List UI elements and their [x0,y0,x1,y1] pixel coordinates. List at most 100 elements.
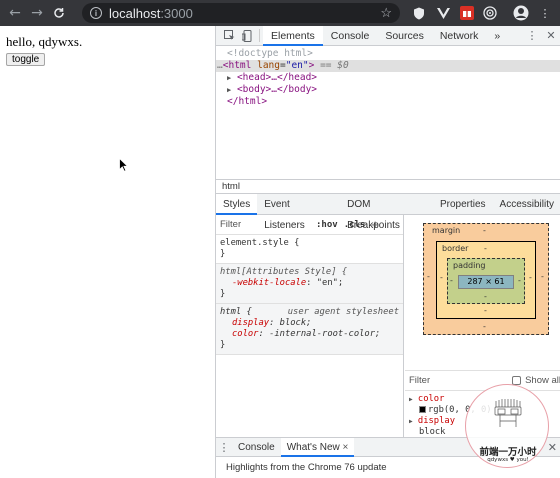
bookmark-star-icon[interactable]: ☆ [380,5,392,21]
subtab-event-listeners[interactable]: Event Listeners [257,194,340,231]
webkit-locale-value: : "en"; [306,278,344,288]
profile-avatar-icon[interactable] [513,5,529,21]
toggle-button[interactable]: toggle [6,53,46,66]
forward-arrow-icon[interactable]: → [26,0,48,26]
margin-right-value: - [541,272,544,281]
vue-extension-icon[interactable] [435,5,451,21]
element-style-selector: element.style { [220,238,300,248]
color-swatch[interactable] [419,406,426,413]
drawer-tab-console[interactable]: Console [232,438,281,457]
gift-extension-icon[interactable] [459,5,475,21]
webkit-locale-prop: -webkit-locale [232,278,307,288]
greeting-text: hello, qdywxs. [6,34,83,49]
mouse-cursor-icon [119,158,128,172]
padding-left-value: - [450,276,453,285]
back-arrow-icon[interactable]: ← [4,0,26,26]
toolbar-divider [259,29,260,42]
element-style-rule[interactable]: element.style { } [216,235,403,264]
watermark-title: 前端一万小时 [479,447,537,458]
more-tabs-button[interactable]: » [486,26,508,46]
elements-subtabs: Styles Event Listeners DOM Breakpoints P… [216,193,560,231]
rule-close: } [220,289,226,299]
show-all-label: Show all [525,375,560,386]
body-node[interactable]: ▶ <body>…</body> [216,84,560,96]
tab-sources[interactable]: Sources [377,26,432,46]
attributes-style-rule[interactable]: html[Attributes Style] { -webkit-locale:… [216,264,403,304]
url-port: :3000 [160,5,193,21]
border-right-value: - [529,273,532,282]
ua-stylesheet-label: user agent stylesheet [287,307,399,317]
tab-console[interactable]: Console [323,26,378,46]
close-devtools-icon[interactable]: ✕ [542,26,560,46]
reload-icon[interactable] [48,0,70,26]
margin-top-value: - [483,226,486,235]
drawer-tab-whats-new[interactable]: What's New × [280,437,355,457]
page-viewport: hello, qdywxs. toggle [0,26,215,478]
styles-filter-input[interactable]: Filter [220,219,316,230]
subtab-properties[interactable]: Properties [433,194,493,215]
head-node[interactable]: ▶ <head>…</head> [216,72,560,84]
rule-close: } [220,340,226,350]
display-prop: display [232,318,270,328]
devtools-tabbar: Elements Console Sources Network » ⋮ ✕ [216,25,560,46]
address-bar[interactable]: i localhost:3000 ☆ [82,3,400,23]
margin-bottom-value: - [483,322,486,331]
drawer-menu-icon[interactable]: ⋮ [216,441,232,454]
styles-filter-bar: Filter :hov .cls + [216,215,403,235]
tab-elements[interactable]: Elements [263,25,323,46]
browser-toolbar: ← → i localhost:3000 ☆ ⋮ [0,0,560,26]
tab-network[interactable]: Network [432,26,487,46]
add-rule-button[interactable]: + [371,217,379,232]
border-top-value: - [484,244,487,253]
mascot-logo [494,399,522,427]
computed-filter-input[interactable]: Filter [409,375,430,386]
margin-label: margin [432,226,461,235]
attributes-style-selector: html[Attributes Style] { [220,267,348,277]
devtools-menu-icon[interactable]: ⋮ [523,26,541,46]
hov-toggle[interactable]: :hov [316,220,338,230]
color-prop: color [232,329,259,339]
content-box[interactable]: 287 × 61 [458,275,514,289]
close-tab-icon[interactable]: × [343,442,349,453]
inspect-element-icon[interactable] [220,26,238,46]
info-icon[interactable]: i [90,7,102,19]
padding-box[interactable]: padding - - - 287 × 61 [447,258,525,304]
shield-extension-icon[interactable] [411,5,427,21]
html-close-node[interactable]: </html> [216,96,560,108]
border-left-value: - [440,273,443,282]
computed-display-name: display [417,416,455,426]
breadcrumb: html [216,179,560,194]
brand-watermark: 前端一万小时 qdywxs ♥ you! [465,384,549,468]
margin-box[interactable]: margin - - - - border - - - - padding - … [423,223,549,335]
html-node-selected[interactable]: …<html lang="en"> == $0 [216,60,560,72]
box-model-diagram: margin - - - - border - - - - padding - … [405,215,560,370]
border-box[interactable]: border - - - - padding - - - 287 × 61 [436,241,536,319]
margin-left-value: - [427,272,430,281]
rule-close: } [220,249,226,259]
subtab-styles[interactable]: Styles [216,193,258,215]
styles-pane: Filter :hov .cls + element.style { } htm… [216,215,404,437]
subtab-dom-breakpoints[interactable]: DOM Breakpoints [340,194,433,231]
url-host: localhost [109,5,161,21]
target-extension-icon[interactable] [482,5,498,21]
dom-tree: <!doctype html> …<html lang="en"> == $0 … [216,46,560,196]
browser-menu-icon[interactable]: ⋮ [537,5,553,21]
padding-label: padding [453,261,486,270]
device-toolbar-icon[interactable] [238,26,256,46]
breadcrumb-html[interactable]: html [222,181,240,192]
display-value: : block; [269,318,312,328]
padding-bottom-value: - [484,292,487,301]
computed-filter-bar: Filter Show all [405,371,560,391]
border-label: border [442,244,469,253]
computed-color-name: color [417,394,445,404]
ua-selector: html { [220,307,252,317]
ua-html-rule[interactable]: html { user agent stylesheet display: blo… [216,304,403,355]
cls-toggle[interactable]: .cls [344,220,366,230]
whats-new-label: What's New [286,441,340,453]
doctype-node[interactable]: <!doctype html> [216,48,560,60]
padding-right-value: - [518,276,521,285]
color-value: : -internal-root-color; [258,329,381,339]
subtab-accessibility[interactable]: Accessibility [493,194,560,215]
watermark-subtitle: qdywxs ♥ you! [487,457,529,463]
border-bottom-value: - [484,306,487,315]
